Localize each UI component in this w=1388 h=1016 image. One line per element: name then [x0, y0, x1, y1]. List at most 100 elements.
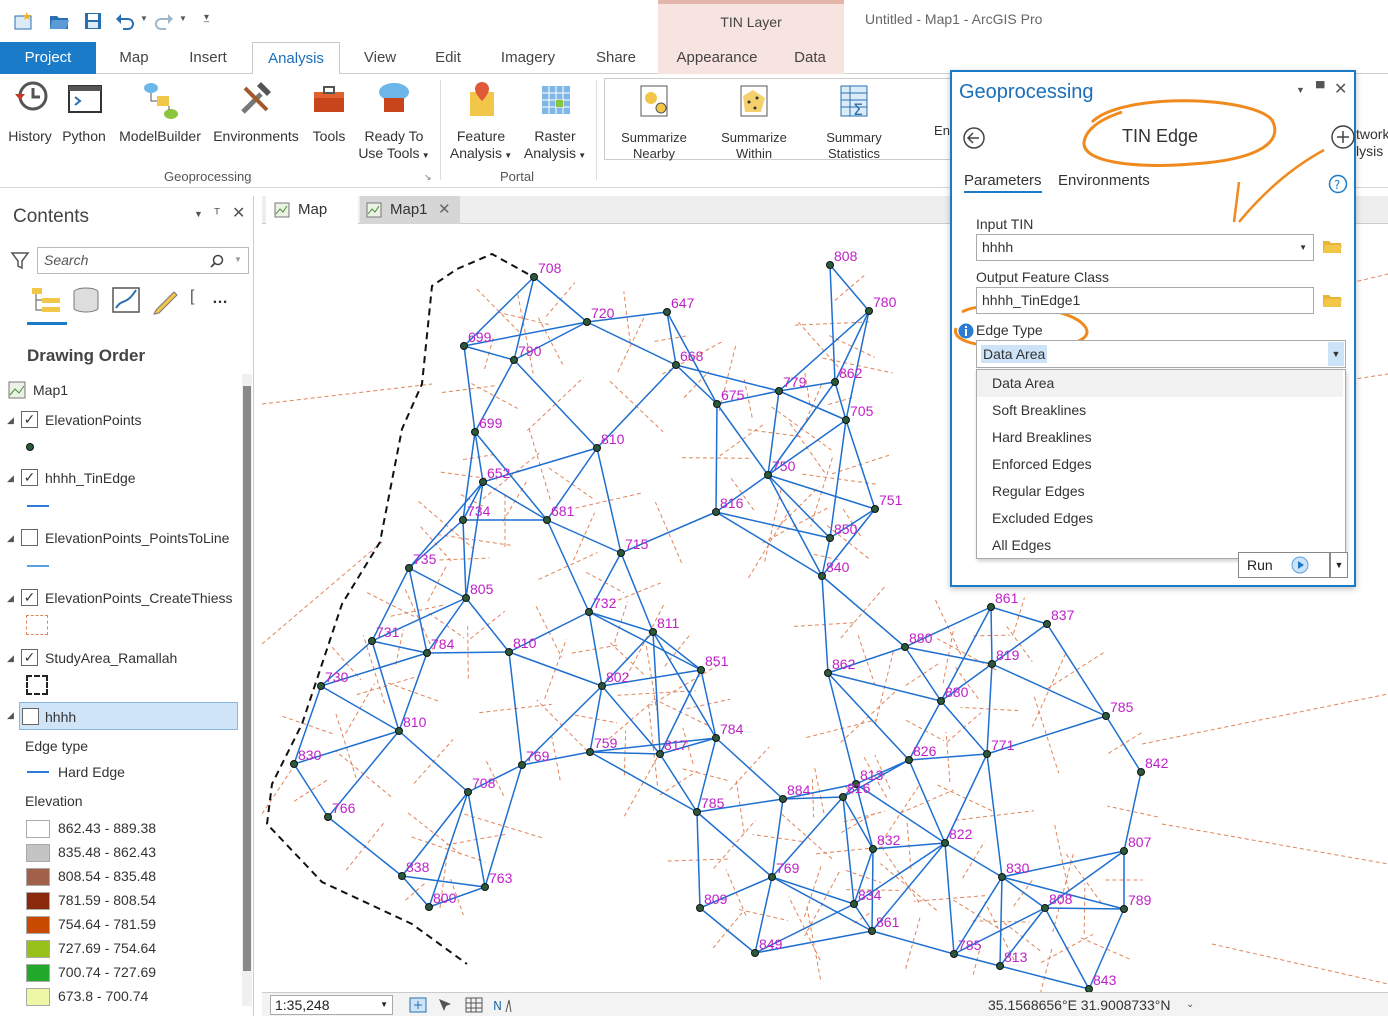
layer-elevationpoints[interactable]: ◢ ✓ ElevationPoints [0, 406, 240, 434]
tab-insert[interactable]: Insert [176, 42, 240, 74]
grid-icon[interactable] [464, 996, 484, 1014]
close-pane-icon[interactable]: ✕ [232, 203, 245, 223]
scale-dropdown-icon[interactable]: ▼ [380, 996, 388, 1014]
undo-icon[interactable] [114, 10, 136, 32]
collapse-icon[interactable]: ◢ [7, 464, 14, 492]
tab-appearance[interactable]: Appearance [658, 42, 776, 74]
list-by-data-source-icon[interactable] [70, 284, 102, 316]
layer-visibility-checkbox[interactable] [21, 529, 38, 546]
python-button[interactable]: Python [58, 78, 110, 145]
layer-hhhh-tinedge[interactable]: ◢ ✓ hhhh_TinEdge [0, 464, 240, 492]
layer-visibility-checkbox[interactable] [22, 708, 39, 725]
browse-folder-icon[interactable] [1322, 292, 1342, 308]
elevation-label: 862 [839, 365, 863, 381]
navigation-icon[interactable] [436, 996, 456, 1014]
edge-type-option[interactable]: Soft Breaklines [977, 397, 1343, 424]
redo-dropdown-icon[interactable]: ▼ [179, 14, 187, 23]
tab-project[interactable]: Project [0, 42, 96, 74]
tab-data[interactable]: Data [776, 42, 844, 74]
help-icon[interactable]: ? [1328, 174, 1348, 194]
tools-button[interactable]: Tools [306, 78, 352, 145]
new-project-icon[interactable] [12, 10, 34, 32]
edge-type-option[interactable]: Hard Breaklines [977, 424, 1343, 451]
environments-button[interactable]: Environments [208, 78, 304, 145]
pane-menu-icon[interactable]: ▼ [194, 209, 203, 219]
layer-studyarea-ramallah[interactable]: ◢ ✓ StudyArea_Ramallah [0, 644, 240, 672]
dialog-launcher-icon[interactable]: ↘ [424, 172, 432, 183]
search-icon[interactable] [210, 254, 224, 268]
raster-analysis-button[interactable]: Raster Analysis ▼ [520, 78, 590, 164]
elevation-point [869, 845, 877, 853]
close-tab-icon[interactable]: ✕ [438, 196, 451, 224]
tab-environments[interactable]: Environments [1058, 172, 1150, 189]
collapse-icon[interactable]: ◢ [7, 644, 14, 672]
scale-selector[interactable]: 1:35,248 ▼ [270, 995, 393, 1015]
ready-to-use-tools-button[interactable]: Ready To Use Tools ▼ [354, 78, 434, 164]
layer-elevationpoints-pointstoline[interactable]: ◢ ElevationPoints_PointsToLine [0, 524, 240, 552]
run-options-dropdown[interactable]: ▼ [1330, 552, 1348, 578]
feature-analysis-button[interactable]: Feature Analysis ▼ [446, 78, 516, 164]
modelbuilder-button[interactable]: ModelBuilder [114, 78, 206, 145]
summarize-within-button[interactable]: Summarize Within [712, 82, 796, 162]
history-button[interactable]: History [4, 78, 56, 145]
output-feature-class-input[interactable]: hhhh_TinEdge1 [976, 287, 1314, 314]
map-node[interactable]: Map1 [0, 376, 240, 404]
layer-elevationpoints-createthiessen[interactable]: ◢ ✓ ElevationPoints_CreateThiess [0, 584, 240, 612]
scrollbar-thumb[interactable] [243, 386, 251, 971]
collapse-icon[interactable]: ◢ [7, 710, 14, 721]
pin-icon[interactable]: ᵀ [214, 205, 220, 221]
list-by-drawing-order-icon[interactable] [30, 284, 62, 316]
tab-analysis[interactable]: Analysis [252, 42, 340, 75]
edge-type-option[interactable]: Excluded Edges [977, 505, 1343, 532]
layer-visibility-checkbox[interactable]: ✓ [21, 589, 38, 606]
dropdown-arrow-icon[interactable]: ▼ [1328, 342, 1344, 366]
filter-icon[interactable] [10, 250, 30, 270]
open-project-icon[interactable] [48, 10, 70, 32]
tab-imagery[interactable]: Imagery [488, 42, 568, 74]
layer-hhhh[interactable]: hhhh [19, 702, 238, 730]
collapse-icon[interactable]: ◢ [7, 406, 14, 434]
north-arrow-icon[interactable]: N [492, 996, 512, 1014]
list-by-editing-icon[interactable] [150, 284, 182, 316]
edge-type-option[interactable]: Regular Edges [977, 478, 1343, 505]
layer-visibility-checkbox[interactable]: ✓ [21, 469, 38, 486]
browse-folder-icon[interactable] [1322, 238, 1342, 254]
search-dropdown-icon[interactable]: ▼ [234, 255, 242, 264]
redo-icon[interactable] [153, 10, 175, 32]
summary-statistics-button[interactable]: Σ Summary Statistics [812, 82, 896, 162]
list-by-snapping-partial-icon[interactable]: [ [190, 288, 194, 306]
tab-view[interactable]: View [352, 42, 408, 74]
tab-edit[interactable]: Edit [422, 42, 474, 74]
summarize-nearby-button[interactable]: Summarize Nearby [612, 82, 696, 162]
tab-map[interactable]: Map [104, 42, 164, 74]
collapse-icon[interactable]: ◢ [7, 524, 14, 552]
list-by-selection-icon[interactable] [110, 284, 142, 316]
layer-visibility-checkbox[interactable]: ✓ [21, 411, 38, 428]
edge-type-select[interactable]: Data Area ▼ [976, 340, 1346, 368]
map-view-tab-map[interactable]: Map [266, 196, 358, 224]
fixed-zoom-icon[interactable] [408, 996, 428, 1014]
customize-quick-access-icon[interactable]: ▾̲ [204, 12, 209, 23]
tin-edge-line [408, 567, 467, 599]
summary-statistics-icon: Σ [840, 85, 868, 119]
more-options-icon[interactable]: … [212, 290, 228, 308]
enrich-button-partial[interactable]: En [934, 122, 950, 139]
info-icon[interactable] [958, 323, 974, 339]
edge-type-option[interactable]: Data Area [977, 370, 1343, 397]
save-project-icon[interactable] [82, 10, 104, 32]
network-analysis-button-partial[interactable]: twork lysis [1356, 126, 1388, 160]
collapse-icon[interactable]: ◢ [7, 584, 14, 612]
contents-scrollbar[interactable] [242, 374, 252, 1006]
undo-dropdown-icon[interactable]: ▼ [140, 14, 148, 23]
elevation-label: 837 [1051, 607, 1075, 623]
input-tin-select[interactable]: hhhh ▼ [976, 234, 1314, 261]
tab-share[interactable]: Share [582, 42, 650, 74]
edge-type-option[interactable]: Enforced Edges [977, 451, 1343, 478]
coordinate-format-dropdown-icon[interactable]: ⌄ [1186, 999, 1194, 1010]
tab-parameters[interactable]: Parameters [964, 172, 1042, 193]
tin-edge-line [620, 552, 654, 633]
map-view-tab-map1[interactable]: Map1 ✕ [360, 196, 460, 224]
run-button[interactable]: Run [1238, 552, 1330, 578]
layer-visibility-checkbox[interactable]: ✓ [21, 649, 38, 666]
dropdown-arrow-icon[interactable]: ▼ [1299, 235, 1307, 260]
